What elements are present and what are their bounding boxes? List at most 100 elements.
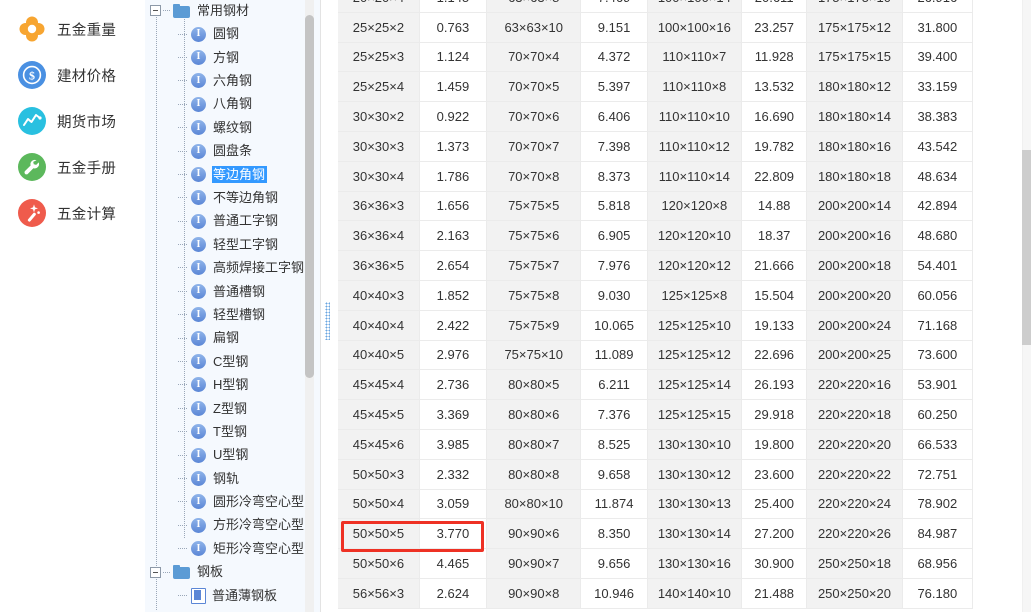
splitter-grip-icon[interactable]: [325, 302, 330, 340]
weight-cell[interactable]: 4.372: [580, 42, 648, 73]
tree-item-0-10[interactable]: I 高频焊接工字钢: [145, 256, 320, 279]
weight-cell[interactable]: 9.151: [580, 12, 648, 43]
tree-item-0-12[interactable]: I 轻型槽钢: [145, 303, 320, 326]
weight-cell[interactable]: 10.065: [580, 310, 648, 341]
weight-cell[interactable]: 6.211: [580, 369, 648, 401]
tree-item-0-9[interactable]: I 轻型工字钢: [145, 233, 320, 256]
weight-cell[interactable]: 43.542: [902, 131, 974, 162]
spec-cell[interactable]: 70×70×8: [486, 161, 582, 192]
weight-cell[interactable]: 20.611: [741, 0, 808, 13]
weight-cell[interactable]: 23.257: [741, 12, 808, 43]
spec-cell[interactable]: 140×140×10: [647, 578, 743, 609]
tree-group-1[interactable]: 钢板: [145, 560, 320, 583]
table-scrollbar-thumb[interactable]: [1022, 150, 1031, 345]
tree-item-0-1[interactable]: I 方钢: [145, 46, 320, 69]
weight-cell[interactable]: 76.180: [902, 578, 974, 609]
spec-cell[interactable]: 70×70×4: [486, 42, 582, 73]
spec-cell[interactable]: 25×25×3: [338, 42, 420, 73]
spec-cell[interactable]: 50×50×6: [338, 548, 420, 579]
spec-cell[interactable]: 100×100×16: [647, 12, 743, 43]
spec-cell[interactable]: 180×180×14: [806, 101, 903, 132]
tree-item-0-15[interactable]: I H型钢: [145, 373, 320, 396]
spec-cell[interactable]: 70×70×7: [486, 131, 582, 162]
table-row[interactable]: 50×50×5 3.770 90×90×6 8.350 130×130×14 27.200…: [338, 518, 974, 550]
spec-cell[interactable]: 56×56×3: [338, 578, 420, 609]
weight-cell[interactable]: 1.852: [419, 280, 488, 311]
spec-cell[interactable]: 63×63×10: [486, 12, 582, 43]
weight-cell[interactable]: 26.193: [741, 369, 808, 401]
weight-cell[interactable]: 1.145: [419, 0, 488, 13]
spec-cell[interactable]: 90×90×6: [486, 518, 582, 550]
table-row[interactable]: 45×45×5 3.369 80×80×6 7.376 125×125×15 29.918…: [338, 399, 974, 430]
tree-item-0-11[interactable]: I 普通槽钢: [145, 280, 320, 303]
spec-cell[interactable]: 75×75×7: [486, 250, 582, 281]
spec-cell[interactable]: 50×50×3: [338, 459, 420, 490]
tree-group-0[interactable]: 常用钢材: [145, 0, 320, 22]
spec-cell[interactable]: 30×30×3: [338, 131, 420, 162]
weight-cell[interactable]: 11.089: [580, 340, 648, 371]
weight-cell[interactable]: 2.654: [419, 250, 488, 281]
weight-cell[interactable]: 53.901: [902, 369, 974, 401]
spec-cell[interactable]: 90×90×8: [486, 578, 582, 609]
table-row[interactable]: 40×40×4 2.422 75×75×9 10.065 125×125×10 19.13…: [338, 310, 974, 341]
spec-cell[interactable]: 220×220×22: [806, 459, 903, 490]
spec-cell[interactable]: 250×250×18: [806, 548, 903, 579]
spec-cell[interactable]: 50×50×5: [338, 518, 420, 550]
weight-cell[interactable]: 72.751: [902, 459, 974, 490]
spec-cell[interactable]: 75×75×6: [486, 220, 582, 252]
weight-cell[interactable]: 84.987: [902, 518, 974, 550]
spec-cell[interactable]: 50×50×4: [338, 489, 420, 520]
weight-cell[interactable]: 5.818: [580, 191, 648, 222]
spec-cell[interactable]: 80×80×5: [486, 369, 582, 401]
spec-cell[interactable]: 80×80×6: [486, 399, 582, 430]
weight-cell[interactable]: 1.459: [419, 71, 488, 103]
spec-cell[interactable]: 250×250×20: [806, 578, 903, 609]
spec-cell[interactable]: 40×40×4: [338, 310, 420, 341]
weight-cell[interactable]: 3.770: [419, 518, 488, 550]
tree-scroll-area[interactable]: 常用钢材 I 圆钢 I 方钢 I 六角钢 I 八角钢 I 螺纹钢 I 圆盘条 I 等边角钢 I 不等边角钢 I 普通…: [145, 0, 320, 611]
weight-cell[interactable]: 1.656: [419, 191, 488, 222]
tree-item-1-1[interactable]: 中厚钢板: [145, 607, 320, 611]
weight-cell[interactable]: 11.874: [580, 489, 648, 520]
spec-cell[interactable]: 110×110×14: [647, 161, 743, 192]
table-row[interactable]: 40×40×5 2.976 75×75×10 11.089 125×125×12 22.6…: [338, 340, 974, 371]
weight-cell[interactable]: 8.525: [580, 429, 648, 460]
table-row[interactable]: 20×20×41.14563×63×87.469100×100×1420.611…: [338, 0, 974, 13]
tree-item-0-2[interactable]: I 六角钢: [145, 69, 320, 92]
weight-cell[interactable]: 3.985: [419, 429, 488, 460]
weight-cell[interactable]: 2.422: [419, 310, 488, 341]
weight-cell[interactable]: 39.400: [902, 42, 974, 73]
spec-cell[interactable]: 110×110×7: [647, 42, 743, 73]
weight-cell[interactable]: 42.894: [902, 191, 974, 222]
weight-cell[interactable]: 21.666: [741, 250, 808, 281]
weight-cell[interactable]: 16.690: [741, 101, 808, 132]
tree-item-0-16[interactable]: I Z型钢: [145, 397, 320, 420]
weight-cell[interactable]: 78.902: [902, 489, 974, 520]
weight-cell[interactable]: 2.163: [419, 220, 488, 252]
weight-cell[interactable]: 8.373: [580, 161, 648, 192]
weight-cell[interactable]: 15.504: [741, 280, 808, 311]
tree-item-0-22[interactable]: I 矩形冷弯空心型...: [145, 537, 320, 560]
spec-cell[interactable]: 40×40×3: [338, 280, 420, 311]
weight-cell[interactable]: 10.946: [580, 578, 648, 609]
weight-cell[interactable]: 60.250: [902, 399, 974, 430]
weight-cell[interactable]: 22.809: [741, 161, 808, 192]
spec-cell[interactable]: 180×180×16: [806, 131, 903, 162]
weight-cell[interactable]: 23.600: [741, 459, 808, 490]
spec-cell[interactable]: 36×36×3: [338, 191, 420, 222]
weight-cell[interactable]: 9.030: [580, 280, 648, 311]
nav-item-hardware-weight[interactable]: 五金重量: [0, 6, 145, 52]
weight-cell[interactable]: 14.88: [741, 191, 808, 222]
spec-cell[interactable]: 130×130×16: [647, 548, 743, 579]
nav-item-hardware-manual[interactable]: 五金手册: [0, 144, 145, 190]
spec-cell[interactable]: 20×20×4: [338, 0, 420, 13]
table-row[interactable]: 45×45×4 2.736 80×80×5 6.211 125×125×14 26.193…: [338, 369, 974, 401]
spec-cell[interactable]: 130×130×14: [647, 518, 743, 550]
weight-cell[interactable]: 7.398: [580, 131, 648, 162]
tree-item-0-7[interactable]: I 不等边角钢: [145, 186, 320, 209]
spec-cell[interactable]: 30×30×4: [338, 161, 420, 192]
collapse-icon[interactable]: [150, 566, 161, 578]
weight-cell[interactable]: 60.056: [902, 280, 974, 311]
weight-cell[interactable]: 66.533: [902, 429, 974, 460]
table-row[interactable]: 30×30×3 1.373 70×70×7 7.398 110×110×12 19.782…: [338, 131, 974, 162]
